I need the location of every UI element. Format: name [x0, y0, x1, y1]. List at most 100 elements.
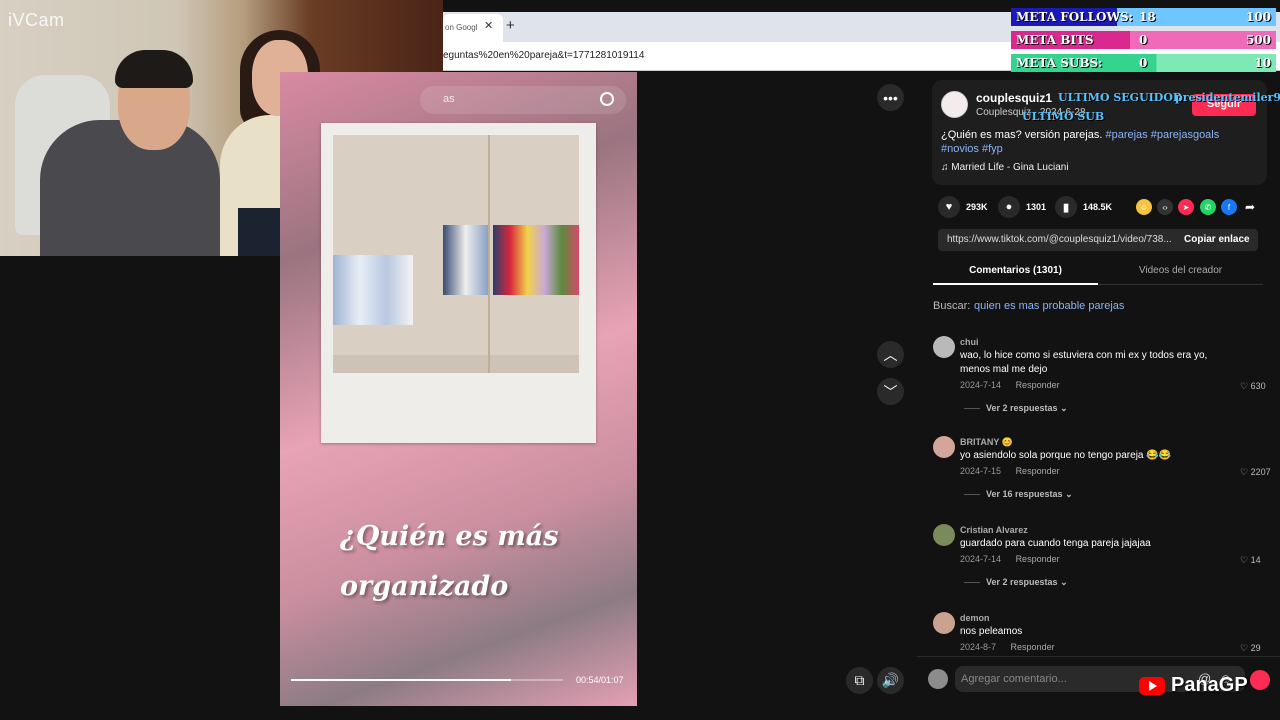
meta-bits-goal: 500: [1245, 33, 1271, 47]
meta-bits-bar: META BITS 0 500: [1011, 31, 1276, 49]
commenter-avatar[interactable]: [933, 612, 955, 634]
search-suggestion-label: Buscar:: [933, 300, 971, 312]
comment-text: yo asiendolo sola porque no tengo pareja…: [960, 450, 1172, 461]
closet-image: [333, 135, 579, 373]
clothes-middle: [443, 225, 488, 295]
commenter-avatar[interactable]: [933, 524, 955, 546]
author-username[interactable]: couplesquiz1: [976, 91, 1052, 105]
music-title: Married Life - Gina Luciani: [951, 162, 1069, 173]
hashtag[interactable]: #parejasgoals: [1151, 129, 1220, 141]
more-options-icon[interactable]: •••: [877, 84, 904, 111]
search-suggestion-link[interactable]: quien es mas probable parejas: [974, 300, 1124, 312]
view-replies-button[interactable]: Ver 16 respuestas ⌄: [964, 489, 1073, 500]
commenter-avatar[interactable]: [933, 336, 955, 358]
active-tab-indicator: [933, 283, 1098, 285]
play-icon: [1149, 681, 1157, 691]
view-replies-button[interactable]: Ver 2 respuestas ⌄: [964, 403, 1068, 414]
comment-text: nos peleamos: [960, 626, 1023, 637]
comment-button[interactable]: ● 1301: [998, 196, 1046, 218]
bookmark-icon: ▮: [1055, 196, 1077, 218]
meta-follows-label: META FOLLOWS:: [1016, 10, 1134, 24]
heart-icon: ♡: [1240, 643, 1251, 653]
comment-date: 2024-8-7: [960, 642, 997, 652]
reply-button[interactable]: Responder: [1016, 554, 1060, 564]
chevron-up-icon[interactable]: ︿: [877, 341, 904, 368]
ultimo-seguidor-name: presidentemiler91: [1175, 91, 1280, 104]
comment-like-count: 2207: [1250, 467, 1271, 477]
video-link[interactable]: https://www.tiktok.com/@couplesquiz1/vid…: [947, 234, 1173, 245]
browser-tab[interactable]: on Googl: [443, 14, 503, 42]
view-replies-label: Ver 2 respuestas: [986, 577, 1058, 587]
view-replies-button[interactable]: Ver 2 respuestas ⌄: [964, 577, 1068, 588]
commenter-name[interactable]: Cristian Alvarez: [960, 525, 1028, 535]
meta-bits-current: 0: [1139, 33, 1148, 47]
send-icon[interactable]: ➤: [1178, 199, 1194, 215]
comment-count: 1301: [1026, 202, 1047, 212]
share-arrow-icon[interactable]: ➦: [1242, 199, 1258, 215]
copy-link-button[interactable]: Copiar enlace: [1184, 234, 1250, 245]
hashtag[interactable]: #fyp: [982, 143, 1003, 155]
tab-comments[interactable]: Comentarios (1301): [933, 265, 1098, 276]
comment-date: 2024-7-14: [960, 380, 1002, 390]
chevron-down-icon: ⌄: [1060, 403, 1068, 413]
comment-like-button[interactable]: ♡ 630: [1240, 381, 1266, 392]
hashtag[interactable]: #novios: [941, 143, 979, 155]
view-replies-label: Ver 2 respuestas: [986, 403, 1058, 413]
meta-follows-goal: 100: [1245, 10, 1271, 24]
comment-like-count: 630: [1250, 381, 1266, 391]
description-text: ¿Quién es mas? versión parejas.: [941, 129, 1103, 141]
reply-button[interactable]: Responder: [1011, 642, 1055, 652]
meta-subs-label: META SUBS:: [1016, 56, 1103, 70]
reply-button[interactable]: Responder: [1016, 380, 1060, 390]
user-avatar: [928, 669, 948, 689]
save-button[interactable]: ▮ 148.5K: [1055, 196, 1112, 218]
comment-like-button[interactable]: ♡ 29: [1240, 643, 1261, 654]
video-caption: ¿Quién es más organizado: [340, 512, 600, 612]
comment-like-button[interactable]: ♡ 2207: [1240, 467, 1271, 478]
volume-icon[interactable]: 🔊: [877, 667, 904, 694]
meta-bits-label: META BITS: [1016, 33, 1094, 47]
author-avatar[interactable]: [941, 91, 968, 118]
meta-subs-current: 0: [1139, 56, 1148, 70]
like-button[interactable]: ♥ 293K: [938, 196, 988, 218]
embed-icon[interactable]: ‹›: [1157, 199, 1173, 215]
webcam-app-label: iVCam: [8, 10, 65, 30]
commenter-avatar[interactable]: [933, 436, 955, 458]
comment-like-count: 29: [1250, 643, 1261, 653]
new-tab-icon[interactable]: +: [506, 17, 515, 34]
clothes-left: [333, 255, 413, 325]
comment-meta: 2024-7-15 Responder: [960, 466, 1060, 476]
clothes-right: [493, 225, 579, 295]
whatsapp-icon[interactable]: ✆: [1200, 199, 1216, 215]
comment-icon: ●: [998, 196, 1020, 218]
commenter-name[interactable]: chui: [960, 337, 979, 347]
commenter-name[interactable]: demon: [960, 613, 990, 623]
comment-date: 2024-7-14: [960, 554, 1002, 564]
chevron-down-icon: ⌄: [1060, 577, 1068, 587]
comment-like-button[interactable]: ♡ 14: [1240, 555, 1261, 566]
commenter-name[interactable]: BRITANY 😊: [960, 437, 1013, 448]
comment-meta: 2024-8-7 Responder: [960, 642, 1055, 652]
reply-button[interactable]: Responder: [1016, 466, 1060, 476]
search-icon[interactable]: [600, 92, 614, 106]
like-count: 293K: [966, 202, 988, 212]
save-count: 148.5K: [1083, 202, 1113, 212]
post-comment-button[interactable]: [1250, 670, 1270, 690]
picture-in-picture-icon[interactable]: ⧉: [846, 667, 873, 694]
channel-brand: PanaGP: [1171, 674, 1248, 696]
meta-subs-bar: META SUBS: 0 10: [1011, 54, 1276, 72]
friends-share-icon[interactable]: ☺: [1136, 199, 1152, 215]
progress-fill: [291, 679, 512, 681]
chevron-down-icon[interactable]: ﹀: [877, 378, 904, 405]
tab-creator-videos[interactable]: Videos del creador: [1098, 265, 1263, 276]
heart-icon: ♡: [1240, 381, 1251, 391]
music-info[interactable]: ♫ Married Life - Gina Luciani: [941, 162, 1069, 173]
comment-like-count: 14: [1250, 555, 1261, 565]
ultimo-sub-label: ULTIMO SUB: [1022, 110, 1105, 123]
hashtag[interactable]: #parejas: [1105, 129, 1147, 141]
chevron-down-icon: ⌄: [1065, 489, 1073, 499]
comment-meta: 2024-7-14 Responder: [960, 554, 1060, 564]
close-tab-icon[interactable]: ✕: [484, 19, 493, 32]
video-caption-line2: organizado: [340, 571, 509, 602]
facebook-icon[interactable]: f: [1221, 199, 1237, 215]
